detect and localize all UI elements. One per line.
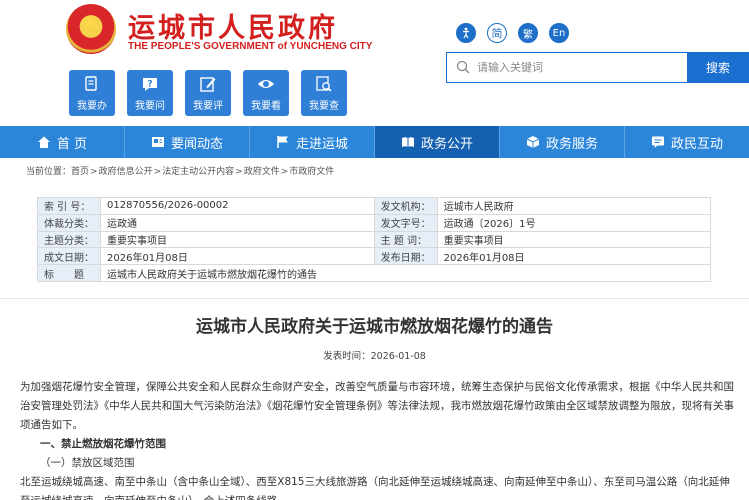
nav-label: 政务公开	[420, 136, 473, 152]
meta-key: 发布日期：	[373, 247, 438, 266]
home-icon	[37, 136, 50, 148]
meta-key: 主题分类：	[37, 230, 101, 249]
traditional-chinese-button[interactable]: 繁	[518, 23, 538, 43]
search-icon	[316, 76, 332, 92]
document-title: 运城市人民政府关于运城市燃放烟花爆竹的通告	[196, 317, 553, 337]
search-button[interactable]: 搜索	[687, 52, 749, 83]
quick-link-label: 我要评	[193, 101, 223, 112]
search-box	[446, 52, 687, 83]
quick-link-view[interactable]: 我要看	[243, 70, 289, 116]
national-emblem-logo: ★	[66, 4, 116, 54]
site-subtitle: THE PEOPLE'S GOVERNMENT of YUNCHENG CITY	[128, 41, 373, 52]
main-nav: 首 页 要闻动态 走进运城 政务公开 政务服务 政民互动	[0, 126, 749, 158]
eye-icon	[258, 80, 274, 88]
quick-link-search[interactable]: 我要查	[301, 70, 347, 116]
svg-text:?: ?	[147, 80, 152, 90]
search-icon	[456, 60, 470, 74]
meta-key: 标 题	[37, 264, 101, 282]
quick-link-handle[interactable]: 我要办	[69, 70, 115, 116]
breadcrumb-link[interactable]: 政府文件	[244, 167, 280, 177]
breadcrumb-link[interactable]: 市政府文件	[289, 167, 334, 177]
subsection-heading: （一）禁放区域范围	[40, 457, 135, 469]
news-icon	[151, 137, 164, 147]
meta-key: 主 题 词：	[373, 230, 438, 249]
nav-label: 走进运城	[295, 136, 348, 152]
quick-link-label: 我要看	[251, 101, 281, 112]
breadcrumb-link[interactable]: 首页	[71, 167, 89, 177]
nav-interaction[interactable]: 政民互动	[625, 126, 749, 158]
breadcrumb-link[interactable]: 法定主动公开内容	[162, 167, 234, 177]
meta-key: 索 引 号：	[37, 197, 101, 215]
meta-value: 012870556/2026-00002	[100, 197, 375, 215]
nav-about[interactable]: 走进运城	[250, 126, 375, 158]
quick-link-evaluate[interactable]: 我要评	[185, 70, 231, 116]
simplified-chinese-button[interactable]: 简	[487, 23, 507, 43]
table-row: 索 引 号： 012870556/2026-00002 发文机构： 运城市人民政…	[37, 197, 712, 215]
quick-link-label: 我要办	[77, 101, 107, 112]
quick-link-label: 我要问	[135, 101, 165, 112]
nav-services[interactable]: 政务服务	[500, 126, 625, 158]
meta-value: 重要实事项目	[436, 230, 712, 249]
search-input[interactable]	[477, 53, 682, 82]
document-hand-icon	[85, 76, 97, 91]
section-heading: 一、禁止燃放烟花爆竹范围	[40, 438, 166, 450]
body-paragraph: 为加强烟花爆竹安全管理，保障公共安全和人民群众生命财产安全，改善空气质量与市容环…	[20, 381, 734, 431]
meta-title-value: 运城市人民政府关于运城市燃放烟花爆竹的通告	[100, 264, 711, 282]
site-header: ★ 运城市人民政府 THE PEOPLE'S GOVERNMENT of YUN…	[0, 0, 749, 126]
nav-label: 首 页	[56, 136, 88, 152]
site-title[interactable]: 运城市人民政府	[128, 6, 338, 45]
table-row: 标 题 运城市人民政府关于运城市燃放烟花爆竹的通告	[37, 264, 711, 282]
nav-gov-affairs[interactable]: 政务公开	[375, 126, 500, 158]
meta-key: 发文字号：	[373, 213, 438, 232]
body-paragraph: 北至运城绕城高速、南至中条山（含中条山全域）、西至X815三大线旅游路（向北延伸…	[20, 476, 730, 500]
publish-date: 发表时间：2026-01-08	[323, 351, 426, 362]
quick-link-label: 我要查	[309, 101, 339, 112]
breadcrumb-prefix: 当前位置：	[26, 167, 72, 177]
breadcrumb-link[interactable]: 政府信息公开	[99, 167, 153, 177]
accessibility-icon[interactable]	[456, 23, 476, 43]
chat-icon	[651, 136, 664, 148]
document-body: 为加强烟花爆竹安全管理，保障公共安全和人民群众生命财产安全，改善空气质量与市容环…	[20, 378, 734, 500]
document-metadata-table: 索 引 号： 012870556/2026-00002 发文机构： 运城市人民政…	[37, 197, 712, 282]
meta-value: 2026年01月08日	[436, 247, 712, 266]
table-row: 成文日期： 2026年01月08日 发布日期： 2026年01月08日	[37, 247, 712, 266]
meta-key: 成文日期：	[37, 247, 101, 266]
nav-home[interactable]: 首 页	[0, 126, 125, 158]
english-button[interactable]: En	[549, 23, 569, 43]
nav-label: 政务服务	[545, 136, 598, 152]
meta-value: 运政通〔2026〕1号	[436, 213, 712, 232]
table-row: 体裁分类： 运政通 发文字号： 运政通〔2026〕1号	[37, 213, 712, 232]
edit-icon	[200, 77, 216, 92]
flag-icon	[277, 136, 288, 148]
cube-icon	[526, 136, 540, 148]
meta-value: 运城市人民政府	[436, 197, 712, 215]
divider	[0, 298, 749, 299]
meta-value: 重要实事项目	[100, 230, 375, 249]
book-icon	[401, 137, 414, 147]
meta-value: 运政通	[100, 213, 375, 232]
nav-news[interactable]: 要闻动态	[125, 126, 250, 158]
nav-label: 政民互动	[670, 136, 723, 152]
meta-value: 2026年01月08日	[100, 247, 375, 266]
question-bubble-icon: ?	[143, 78, 157, 91]
breadcrumb: 当前位置：首页>政府信息公开>法定主动公开内容>政府文件>市政府文件	[26, 167, 335, 177]
nav-label: 要闻动态	[170, 136, 223, 152]
meta-key: 体裁分类：	[37, 213, 101, 232]
meta-key: 发文机构：	[373, 197, 438, 215]
table-row: 主题分类： 重要实事项目 主 题 词： 重要实事项目	[37, 230, 712, 249]
quick-link-ask[interactable]: ? 我要问	[127, 70, 173, 116]
